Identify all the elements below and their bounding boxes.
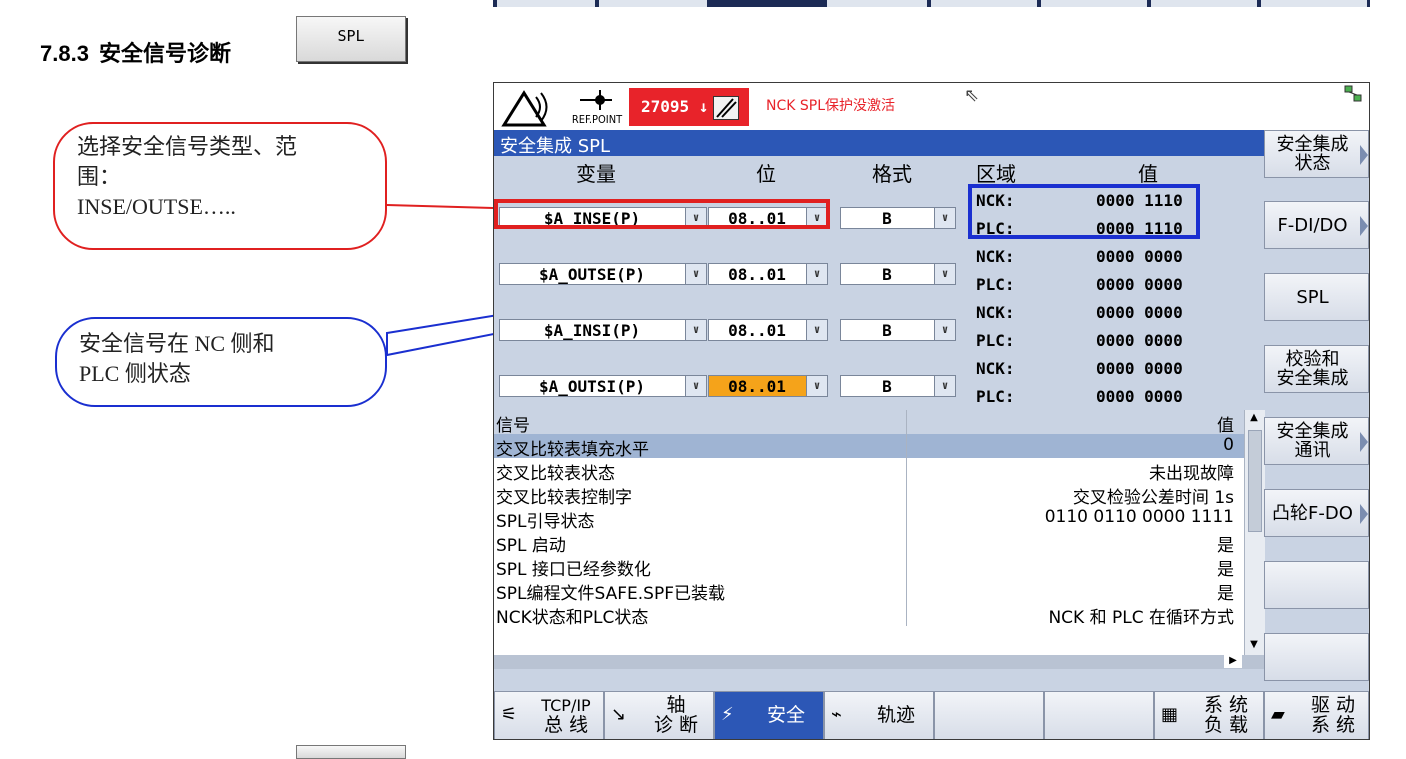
header-value: 值 [1217, 416, 1234, 436]
softkey-empty-6[interactable] [1044, 691, 1154, 739]
format-select-3[interactable]: B ∨ [840, 319, 956, 341]
safety-icon: ⚡ [721, 704, 734, 725]
variable-select-2[interactable]: $A_OUTSE(P) ∨ [499, 263, 707, 285]
alarm-number: 27095 ↓ [641, 97, 709, 116]
mouse-cursor-icon: ⇖ [964, 85, 980, 106]
plc-value: 0000 0000 [1096, 387, 1183, 406]
window-title-bar: 安全集成 SPL [494, 130, 1264, 157]
horizontal-scrollbar[interactable]: ▶ [494, 655, 1264, 669]
chevron-down-icon: ∨ [806, 320, 827, 340]
table-header-row: 信号 值 [494, 410, 1244, 436]
softkey-empty-5[interactable] [934, 691, 1044, 739]
softkey-cam-f-do[interactable]: 凸轮F-DO [1264, 489, 1369, 537]
warning-triangle-icon [501, 90, 548, 127]
plc-value: 0000 0000 [1096, 275, 1183, 294]
chevron-down-icon: ∨ [685, 376, 706, 396]
plc-label: PLC: [976, 331, 1015, 350]
network-icon [1344, 85, 1362, 102]
scroll-up-icon[interactable]: ▲ [1247, 412, 1261, 426]
col-value: 值 [1138, 162, 1158, 186]
plc-label: PLC: [976, 275, 1015, 294]
arrow-right-icon [1360, 504, 1368, 524]
softkey-checksum[interactable]: 校验和 安全集成 [1264, 345, 1369, 393]
bar-chart-icon: ▦ [1161, 704, 1179, 725]
highlight-box-status [968, 184, 1200, 239]
table-row[interactable]: 交叉比较表控制字 交叉检验公差时间 1s [494, 482, 1244, 508]
table-row[interactable]: 交叉比较表状态 未出现故障 [494, 458, 1244, 484]
highlight-box-selection [494, 199, 830, 229]
softkey-empty-7[interactable] [1264, 561, 1369, 609]
signal-table: 信号 值 交叉比较表填充水平 0 交叉比较表状态 未出现故障 交叉比较表控制字 交叉检… [494, 410, 1265, 669]
bit-select-3[interactable]: 08..01 ∨ [708, 319, 828, 341]
nck-label: NCK: [976, 303, 1015, 322]
plc-label: PLC: [976, 387, 1015, 406]
softkey-safety-comm[interactable]: 安全集成 通讯 [1264, 417, 1369, 465]
chevron-down-icon: ∨ [934, 208, 955, 228]
variable-select-4[interactable]: $A_OUTSI(P) ∨ [499, 375, 707, 397]
nck-label: NCK: [976, 359, 1015, 378]
softkey-spl[interactable]: SPL [1264, 273, 1369, 321]
table-row[interactable]: 交叉比较表填充水平 0 [494, 434, 1244, 460]
arrow-right-icon [1360, 216, 1368, 236]
chevron-down-icon: ∨ [934, 376, 955, 396]
table-row[interactable]: SPL引导状态 0110 0110 0000 1111 [494, 506, 1244, 532]
ref-point-icon [580, 90, 612, 110]
axis-icon: ↘ [611, 704, 627, 725]
col-format: 格式 [872, 162, 912, 186]
col-area: 区域 [976, 162, 1016, 186]
softkey-safety[interactable]: ⚡ 安全 [714, 691, 824, 739]
alarm-ack-icon[interactable] [713, 96, 739, 120]
col-variable: 变量 [576, 162, 616, 186]
format-select-4[interactable]: B ∨ [840, 375, 956, 397]
table-row[interactable]: SPL编程文件SAFE.SPF已装载是 [494, 578, 1244, 604]
alarm-indicator[interactable]: 27095 ↓ [629, 88, 749, 126]
chevron-down-icon: ∨ [934, 320, 955, 340]
chevron-down-icon: ∨ [806, 264, 827, 284]
plc-value: 0000 0000 [1096, 331, 1183, 350]
softkey-drive-system[interactable]: ▰ 驱 动 系 统 [1264, 691, 1369, 739]
drive-icon: ▰ [1271, 704, 1285, 725]
hmi-window: REF.POINT 27095 ↓ NCK SPL保护没激活 ⇖ 安全集成 SP… [493, 82, 1370, 740]
spl-variable-panel: 变量 位 格式 区域 值 $A_INSE(P) ∨ 08..01 ∨ B ∨ NCK:… [494, 156, 1264, 410]
nck-label: NCK: [976, 247, 1015, 266]
arrow-right-icon [1360, 145, 1368, 165]
table-row[interactable]: NCK状态和PLC状态 NCK 和 PLC 在循环方式 [494, 602, 1244, 628]
scroll-down-icon[interactable]: ▼ [1247, 639, 1261, 653]
chevron-down-icon: ∨ [806, 376, 827, 396]
arrow-right-icon [1360, 432, 1368, 452]
format-select-2[interactable]: B ∨ [840, 263, 956, 285]
vertical-scrollbar[interactable]: ▲ ▼ [1244, 410, 1265, 655]
nck-value: 0000 0000 [1096, 303, 1183, 322]
variable-select-3[interactable]: $A_INSI(P) ∨ [499, 319, 707, 341]
softkey-f-di-do[interactable]: F-DI/DO [1264, 201, 1369, 249]
softkey-axis-diagnosis[interactable]: ↘ 轴 诊 断 [604, 691, 714, 739]
nck-value: 0000 0000 [1096, 247, 1183, 266]
softkey-trace[interactable]: ⌁ 轨迹 [824, 691, 934, 739]
ref-point-indicator: REF.POINT [566, 88, 628, 126]
bit-select-4[interactable]: 08..01 ∨ [708, 375, 828, 397]
chevron-down-icon: ∨ [934, 264, 955, 284]
softkey-safety-status[interactable]: 安全集成 状态 [1264, 130, 1369, 178]
chevron-down-icon: ∨ [685, 320, 706, 340]
header-signal: 信号 [496, 416, 530, 436]
ref-point-label: REF.POINT [571, 113, 623, 126]
bit-select-2[interactable]: 08..01 ∨ [708, 263, 828, 285]
col-bit: 位 [756, 162, 776, 186]
window-title: 安全集成 SPL [500, 136, 611, 157]
table-row[interactable]: SPL 启动是 [494, 530, 1244, 556]
table-row[interactable]: SPL 接口已经参数化是 [494, 554, 1244, 580]
softkey-system-load[interactable]: ▦ 系 统 负 载 [1154, 691, 1264, 739]
softkey-empty-8[interactable] [1264, 633, 1369, 681]
scroll-thumb[interactable] [1248, 430, 1262, 532]
trace-icon: ⌁ [831, 704, 842, 725]
bus-icon: ⚟ [501, 704, 518, 725]
format-select-1[interactable]: B ∨ [840, 207, 956, 229]
status-header: REF.POINT 27095 ↓ NCK SPL保护没激活 ⇖ [494, 83, 1369, 130]
scroll-right-icon[interactable]: ▶ [1224, 655, 1242, 668]
alarm-text: NCK SPL保护没激活 [766, 98, 896, 114]
chevron-down-icon: ∨ [685, 264, 706, 284]
softkey-tcpip-bus[interactable]: ⚟ TCP/IP 总 线 [494, 691, 604, 739]
nck-value: 0000 0000 [1096, 359, 1183, 378]
